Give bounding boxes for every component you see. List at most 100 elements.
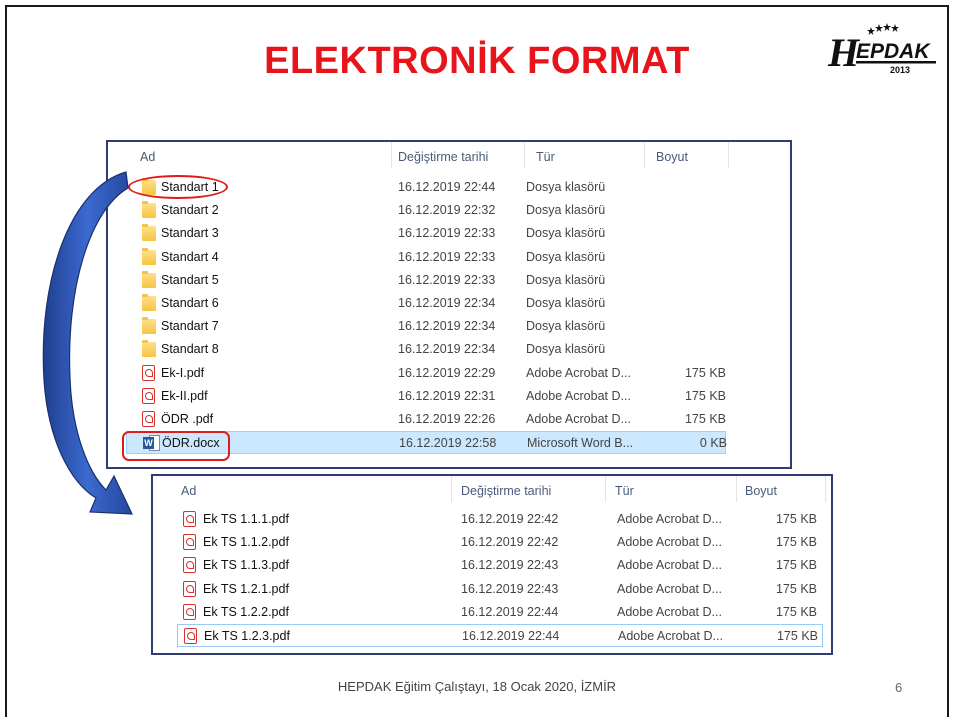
file-name: Standart 3 — [161, 226, 219, 241]
svg-text:EPDAK: EPDAK — [856, 40, 931, 63]
hepdak-logo: H EPDAK 2013 — [827, 23, 936, 75]
column-header-name[interactable]: Ad — [181, 484, 196, 498]
file-date: 16.12.2019 22:29 — [398, 365, 496, 380]
file-row[interactable]: Standart 6 16.12.2019 22:34 Dosya klasör… — [126, 292, 726, 315]
svg-text:2013: 2013 — [890, 65, 910, 75]
file-size: 175 KB — [775, 604, 817, 619]
file-size: 175 KB — [775, 535, 817, 550]
file-name: Ek-II.pdf — [161, 388, 208, 403]
file-row[interactable]: Standart 2 16.12.2019 22:32 Dosya klasör… — [126, 199, 726, 222]
file-row[interactable]: Standart 7 16.12.2019 22:34 Dosya klasör… — [126, 315, 726, 338]
file-date: 16.12.2019 22:34 — [398, 319, 496, 334]
folder-icon — [142, 270, 156, 288]
pdf-icon — [183, 511, 196, 527]
file-size: 175 KB — [684, 388, 726, 403]
folder-icon — [142, 201, 156, 219]
file-type: Adobe Acrobat D... — [617, 535, 722, 550]
file-size: 175 KB — [775, 558, 817, 573]
curved-arrow — [42, 171, 133, 515]
file-date: 16.12.2019 22:42 — [461, 535, 559, 550]
explorer-pane-subfolder: Ad Değiştirme tarihi Tür Boyut Ek TS 1.1… — [151, 474, 833, 655]
column-header-date[interactable]: Değiştirme tarihi — [461, 484, 551, 498]
column-header-row: Ad Değiştirme tarihi Tür Boyut — [153, 476, 831, 504]
pdf-icon — [183, 580, 196, 597]
file-row[interactable]: Ek-I.pdf 16.12.2019 22:29 Adobe Acrobat … — [126, 362, 726, 385]
file-row[interactable]: Ek TS 1.2.2.pdf 16.12.2019 22:44 Adobe A… — [177, 601, 823, 624]
file-name: Ek TS 1.1.1.pdf — [203, 512, 289, 526]
file-date: 16.12.2019 22:44 — [398, 180, 496, 194]
pdf-icon — [183, 557, 196, 574]
highlight-ellipse-standart-1 — [128, 175, 228, 199]
file-name: Standart 6 — [161, 296, 219, 310]
file-size: 175 KB — [684, 412, 726, 426]
file-date: 16.12.2019 22:43 — [461, 558, 559, 573]
file-name: Standart 7 — [161, 319, 219, 334]
file-type: Dosya klasörü — [526, 342, 606, 357]
file-date: 16.12.2019 22:58 — [399, 436, 497, 451]
file-date: 16.12.2019 22:43 — [461, 581, 559, 596]
file-size: 0 KB — [699, 436, 727, 451]
file-row[interactable]: Standart 8 16.12.2019 22:34 Dosya klasör… — [126, 338, 726, 361]
file-date: 16.12.2019 22:34 — [398, 342, 496, 357]
file-row[interactable]: Ek TS 1.2.3.pdf 16.12.2019 22:44 Adobe A… — [177, 624, 823, 647]
file-row[interactable]: Ek TS 1.1.1.pdf 16.12.2019 22:42 Adobe A… — [177, 508, 823, 531]
file-type: Adobe Acrobat D... — [618, 629, 723, 643]
file-name: Ek TS 1.2.2.pdf — [203, 604, 289, 619]
file-row[interactable]: Ek TS 1.1.3.pdf 16.12.2019 22:43 Adobe A… — [177, 554, 823, 577]
file-date: 16.12.2019 22:42 — [461, 512, 559, 526]
folder-icon — [142, 317, 156, 335]
folder-icon — [142, 224, 156, 242]
file-date: 16.12.2019 22:31 — [398, 388, 496, 403]
file-type: Dosya klasörü — [526, 296, 606, 310]
file-row[interactable]: Ek TS 1.2.1.pdf 16.12.2019 22:43 Adobe A… — [177, 578, 823, 601]
file-name: ÖDR .pdf — [161, 412, 214, 426]
file-name: Standart 2 — [161, 203, 219, 218]
file-row[interactable]: ÖDR .pdf 16.12.2019 22:26 Adobe Acrobat … — [126, 408, 726, 431]
file-row[interactable]: Standart 3 16.12.2019 22:33 Dosya klasör… — [126, 222, 726, 245]
file-type: Dosya klasörü — [526, 319, 606, 334]
file-date: 16.12.2019 22:34 — [398, 296, 496, 310]
file-type: Adobe Acrobat D... — [526, 388, 631, 403]
file-date: 16.12.2019 22:33 — [398, 272, 496, 287]
file-type: Dosya klasörü — [526, 226, 606, 241]
slide-title: ELEKTRONİK FORMAT — [264, 40, 690, 82]
file-type: Adobe Acrobat D... — [617, 581, 722, 596]
pdf-icon — [183, 603, 196, 620]
file-name: Ek TS 1.1.2.pdf — [203, 535, 289, 550]
pdf-icon — [183, 534, 196, 551]
file-date: 16.12.2019 22:32 — [398, 203, 496, 218]
file-date: 16.12.2019 22:44 — [461, 604, 559, 619]
column-header-name[interactable]: Ad — [140, 150, 155, 164]
column-header-size[interactable]: Boyut — [745, 484, 777, 498]
pdf-icon — [184, 628, 197, 644]
column-header-size[interactable]: Boyut — [656, 150, 688, 164]
file-row[interactable]: Standart 5 16.12.2019 22:33 Dosya klasör… — [126, 269, 726, 292]
pdf-icon — [142, 364, 155, 381]
column-header-row: Ad Değiştirme tarihi Tür Boyut — [108, 142, 790, 170]
file-name: Ek TS 1.1.3.pdf — [203, 558, 289, 573]
file-type: Adobe Acrobat D... — [617, 512, 722, 526]
file-type: Adobe Acrobat D... — [617, 604, 722, 619]
file-row[interactable]: Ek TS 1.1.2.pdf 16.12.2019 22:42 Adobe A… — [177, 531, 823, 554]
file-date: 16.12.2019 22:33 — [398, 249, 496, 264]
file-name: Standart 8 — [161, 342, 219, 357]
column-header-type[interactable]: Tür — [615, 484, 634, 498]
file-date: 16.12.2019 22:44 — [462, 629, 560, 643]
file-size: 175 KB — [776, 629, 818, 643]
column-header-date[interactable]: Değiştirme tarihi — [398, 150, 488, 164]
column-header-type[interactable]: Tür — [536, 150, 555, 164]
file-size: 175 KB — [775, 581, 817, 596]
folder-icon — [142, 247, 156, 265]
page-number: 6 — [895, 680, 903, 695]
file-name: Ek TS 1.2.3.pdf — [204, 629, 290, 643]
pdf-icon — [142, 411, 155, 427]
file-row[interactable]: Standart 4 16.12.2019 22:33 Dosya klasör… — [126, 246, 726, 269]
file-type: Adobe Acrobat D... — [617, 558, 722, 573]
file-date: 16.12.2019 22:26 — [398, 412, 496, 426]
folder-icon — [142, 294, 156, 311]
file-name: Ek-I.pdf — [161, 365, 205, 380]
file-type: Dosya klasörü — [526, 272, 606, 287]
file-type: Dosya klasörü — [526, 203, 606, 218]
file-row[interactable]: Ek-II.pdf 16.12.2019 22:31 Adobe Acrobat… — [126, 385, 726, 408]
pdf-icon — [142, 387, 155, 404]
